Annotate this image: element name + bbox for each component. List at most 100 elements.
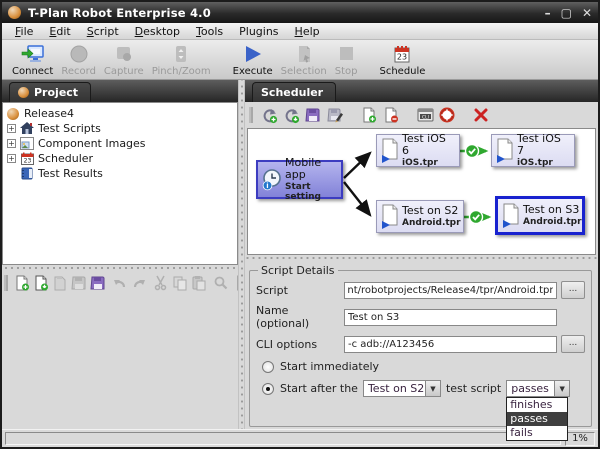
menu-plugins[interactable]: Plugins [232,24,285,39]
start-after-radio[interactable] [262,383,274,395]
svg-text:CLI: CLI [422,114,429,120]
expand-handle[interactable]: + [7,124,16,133]
menu-edit[interactable]: Edit [42,24,77,39]
title-bar: T-Plan Robot Enterprise 4.0 – ▢ ✕ [2,2,598,23]
project-sphere-icon [5,107,21,121]
main-toolbar: Connect Record Capture Pinch/Zoom Execu [2,40,598,80]
menu-script[interactable]: Script [80,24,126,39]
node-title: Test on S2 [402,205,461,218]
cut-icon [153,274,169,292]
condition-combobox[interactable]: passes ▼ finishes passes fails [506,380,570,397]
name-input[interactable] [344,309,557,326]
schedule-icon: 23 [392,43,412,65]
lifesaver-icon[interactable] [438,106,456,124]
passes-check-icon [470,211,483,224]
dropdown-option-passes[interactable]: passes [507,412,567,426]
tab-scheduler[interactable]: Scheduler [252,82,336,102]
execute-icon [243,43,263,65]
node-title: Mobile app [285,157,337,182]
paste-document-icon [52,274,68,292]
menu-desktop[interactable]: Desktop [128,24,187,39]
pinch-zoom-button: Pinch/Zoom [148,42,215,78]
project-tree: Release4 + Test Scripts + Component Imag… [2,102,238,265]
tree-item-test-scripts[interactable]: + Test Scripts [5,121,237,136]
start-immediately-radio[interactable] [262,361,274,373]
notebook-icon [19,167,35,181]
node-test-on-s3[interactable]: Test on S3 Android.tpr [495,196,585,235]
open-schedule-icon[interactable] [282,106,300,124]
expand-handle[interactable]: + [7,154,16,163]
passes-check-icon [466,145,479,158]
node-test-on-s2[interactable]: Test on S2 Android.tpr [376,200,464,233]
save-all-icon[interactable] [90,274,106,292]
new-document-icon[interactable] [14,274,30,292]
tree-item-scheduler[interactable]: + 23 Scheduler [5,151,237,166]
cli-options-input[interactable] [344,336,557,353]
dropdown-option-fails[interactable]: fails [507,426,567,440]
node-mobile-app-start[interactable]: i Mobile app Start setting [256,160,343,199]
script-file-icon [380,204,400,230]
script-file-icon [501,203,521,229]
tree-root-release4[interactable]: Release4 [5,106,237,121]
expand-handle[interactable]: + [7,139,16,148]
menu-file[interactable]: File [8,24,40,39]
save-as-schedule-icon[interactable] [326,106,344,124]
execute-button[interactable]: Execute [229,42,277,78]
redo-icon [131,274,147,292]
pinch-zoom-icon [172,43,190,65]
selection-icon [295,43,313,65]
script-browse-button[interactable]: ... [561,281,585,299]
start-after-row: Start after the Test on S2 ▼ test script… [262,380,585,397]
toolbar-grip[interactable] [4,275,8,291]
maximize-button[interactable]: ▢ [561,6,572,20]
node-test-ios6[interactable]: Test iOS 6 iOS.tpr [376,134,460,167]
save-schedule-icon[interactable] [304,106,322,124]
node-subtitle: iOS.tpr [517,158,570,168]
condition-value: passes [506,380,554,397]
start-after-suffix-label: test script [446,382,501,395]
app-window: T-Plan Robot Enterprise 4.0 – ▢ ✕ File E… [0,0,600,449]
window-title: T-Plan Robot Enterprise 4.0 [28,6,545,20]
script-details-area: Script Details Script ... Name (optional… [245,261,598,429]
remove-script-icon[interactable] [382,106,400,124]
cli-icon[interactable]: CLI [416,106,434,124]
script-label: Script [256,284,344,297]
scheduler-toolbar: CLI [245,102,598,128]
node-subtitle: Android.tpr [402,218,461,228]
menu-help[interactable]: Help [288,24,327,39]
tree-item-test-results[interactable]: Test Results [5,166,237,181]
capture-button: Capture [100,42,148,78]
tree-item-component-images[interactable]: + Component Images [5,136,237,151]
project-tab-icon [18,87,29,98]
tab-project[interactable]: Project [9,82,91,102]
node-subtitle: Start setting [285,182,337,203]
connect-button[interactable]: Connect [8,42,57,78]
stop-button: Stop [331,42,362,78]
toolbar-grip[interactable] [249,107,253,123]
dropdown-option-finishes[interactable]: finishes [507,398,567,412]
find-icon [213,274,229,292]
add-script-icon[interactable] [360,106,378,124]
schedule-button[interactable]: 23 Schedule [375,42,429,78]
panel-vertical-splitter[interactable] [238,80,245,429]
start-after-prefix-label: Start after the [280,382,358,395]
menu-tools[interactable]: Tools [189,24,230,39]
record-button: Record [57,42,100,78]
svg-text:23: 23 [23,158,31,165]
home-icon [19,122,35,136]
node-title: Test iOS 6 [402,133,455,158]
cli-browse-button[interactable]: ... [561,335,585,353]
delete-icon[interactable] [472,106,490,124]
minimize-button[interactable]: – [545,6,551,20]
open-document-icon[interactable] [33,274,49,292]
chevron-down-icon[interactable]: ▼ [425,380,441,397]
node-subtitle: Android.tpr [523,217,582,227]
after-script-combobox[interactable]: Test on S2 ▼ [363,380,441,397]
scheduler-panel: Scheduler [245,80,598,429]
script-file-icon [380,138,400,164]
new-schedule-icon[interactable] [260,106,278,124]
node-test-ios7[interactable]: Test iOS 7 iOS.tpr [491,134,575,167]
close-button[interactable]: ✕ [582,6,592,20]
chevron-down-icon[interactable]: ▼ [554,380,570,397]
script-path-input[interactable] [344,282,557,299]
